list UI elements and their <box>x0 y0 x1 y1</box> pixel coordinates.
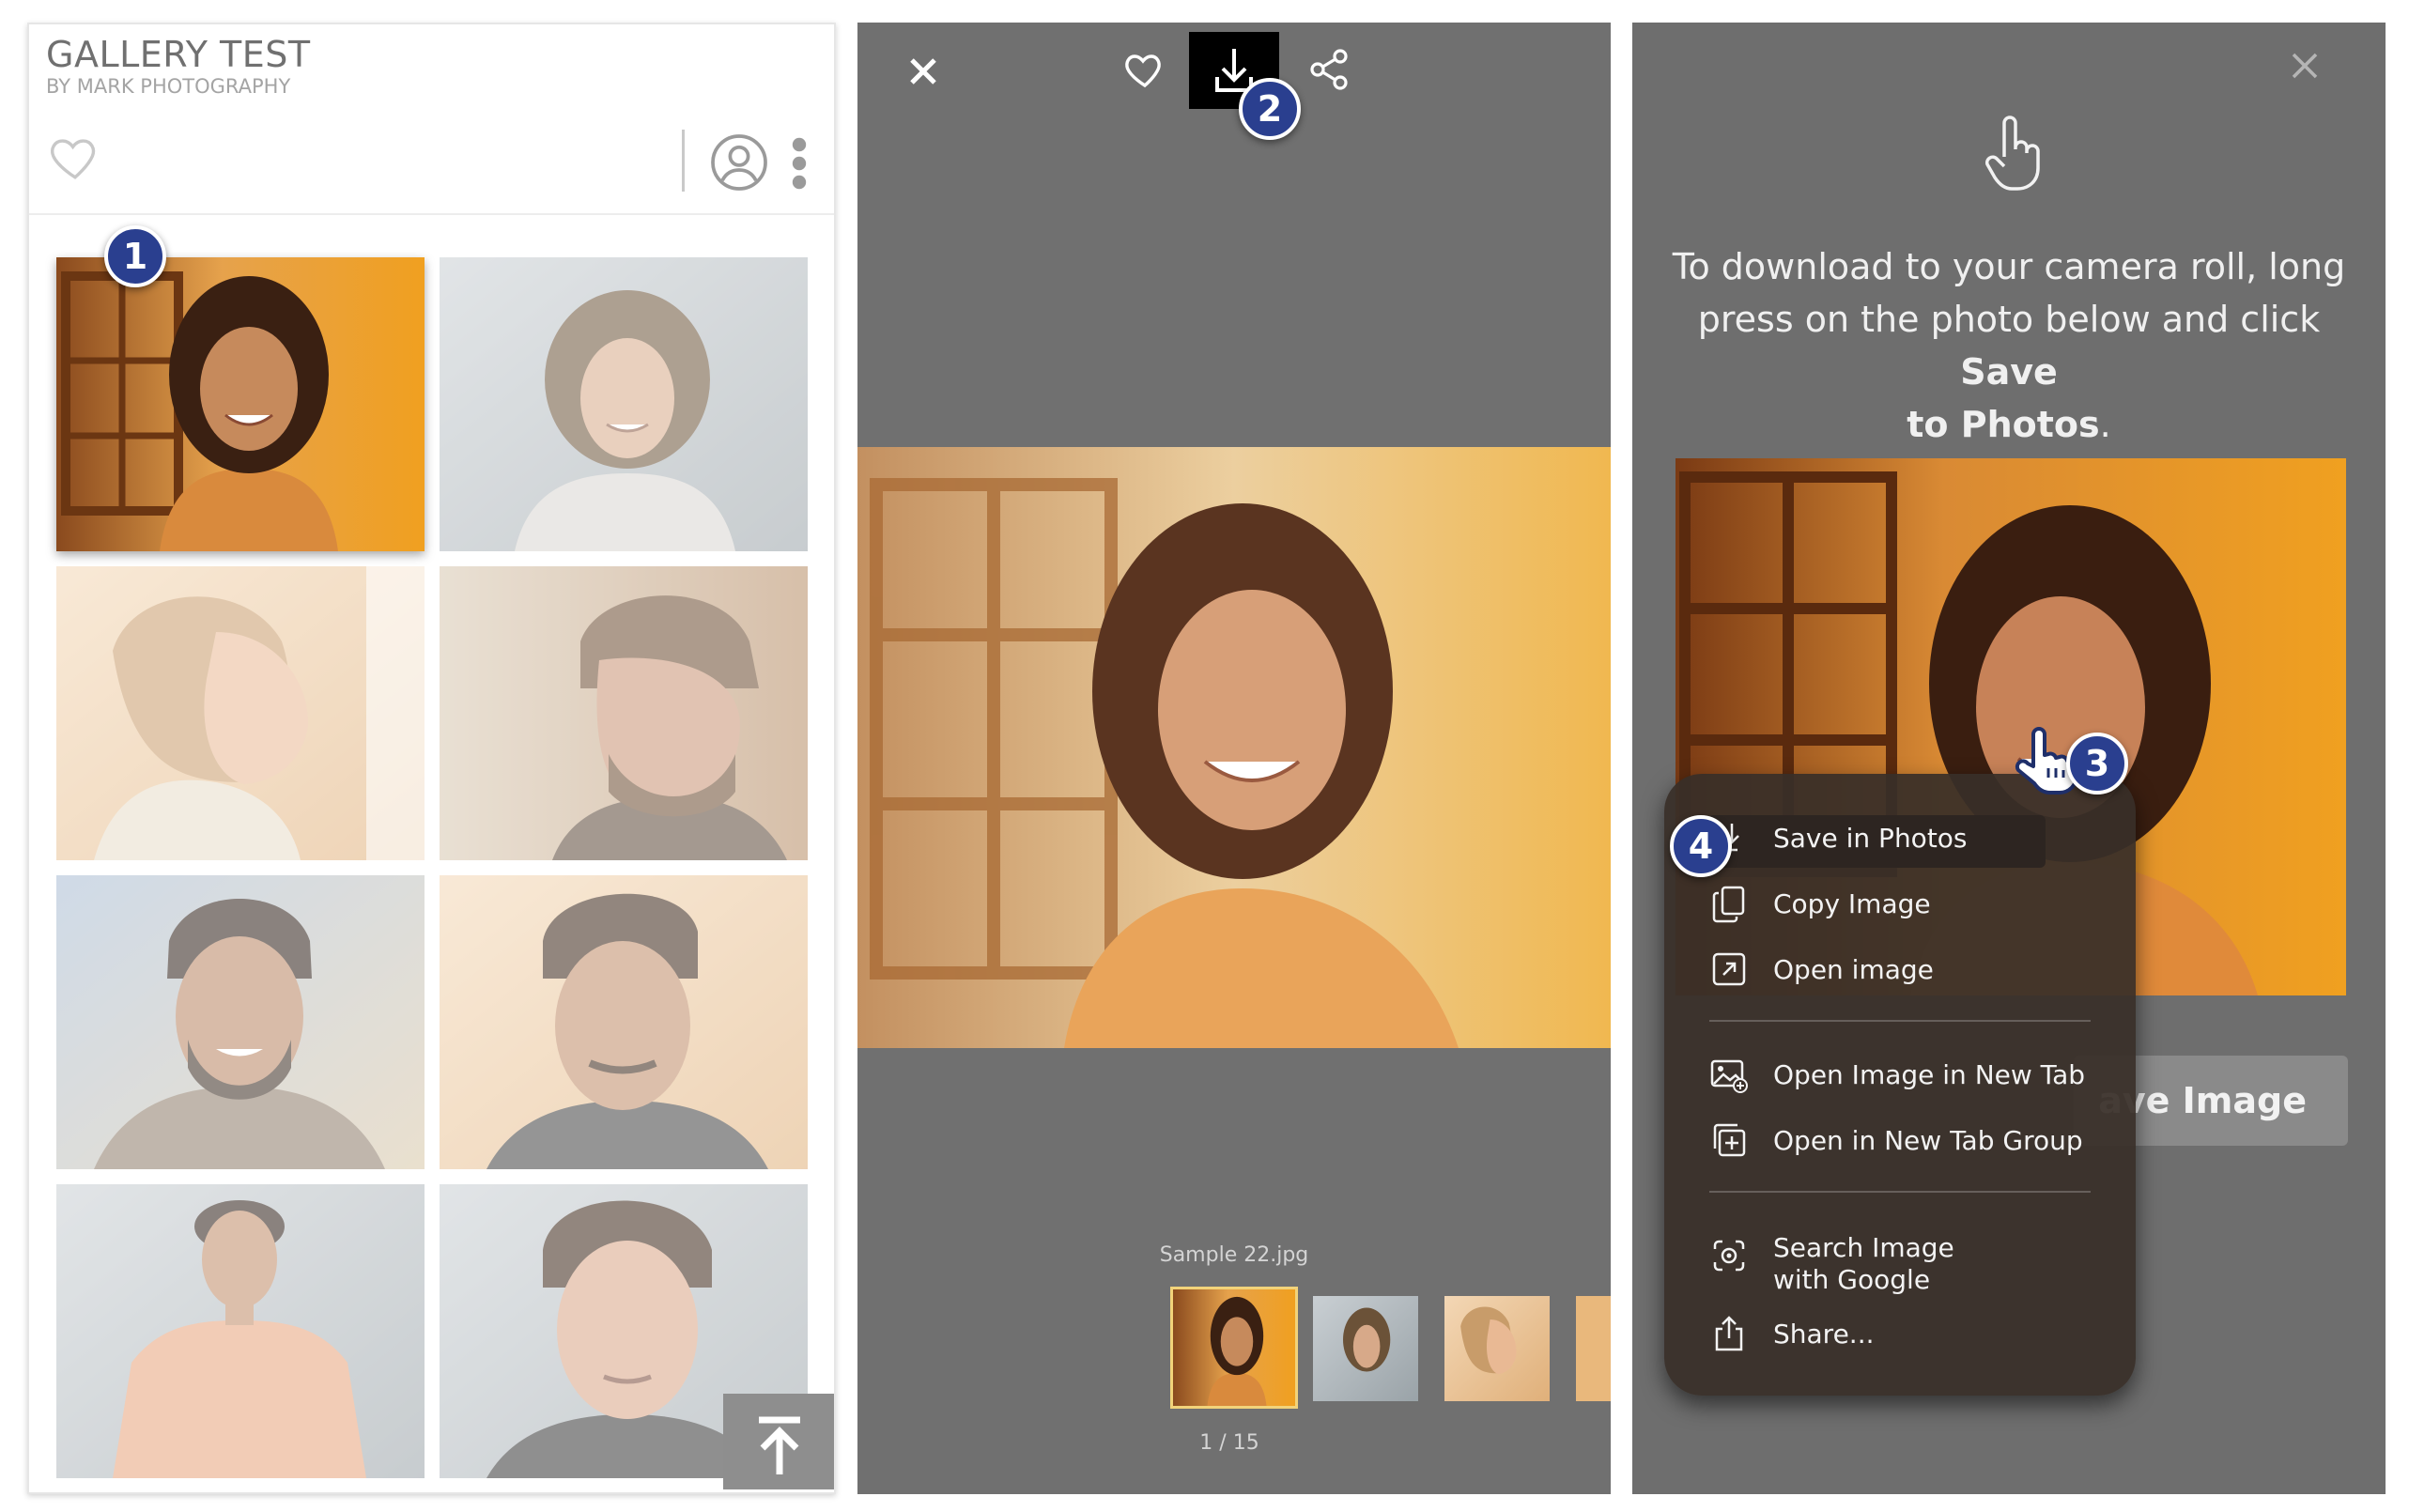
thumbnail-strip <box>857 1287 1611 1418</box>
open-external-icon <box>1712 952 1746 986</box>
strip-thumb-3[interactable] <box>1444 1296 1550 1401</box>
menu-item-search-image-google[interactable]: Search Image with Google <box>1664 1215 2136 1296</box>
thumb-fade <box>56 875 425 1169</box>
instruction-bold-to-photos: to Photos <box>1907 404 2100 445</box>
menu-item-label: Search Image with Google <box>1773 1232 1954 1296</box>
portrait-image <box>1444 1296 1550 1401</box>
step-badge-1: 1 <box>104 225 166 287</box>
file-name: Sample 22.jpg <box>1159 1243 1309 1267</box>
thumbnail-6[interactable] <box>440 875 808 1169</box>
menu-item-copy-image[interactable]: Copy Image <box>1664 872 2136 937</box>
step-badge-3: 3 <box>2066 733 2128 795</box>
menu-item-open-image[interactable]: Open image <box>1664 937 2136 1003</box>
main-photo[interactable] <box>857 447 1611 1048</box>
menu-item-open-image-new-tab[interactable]: Open Image in New Tab <box>1664 1042 2136 1108</box>
menu-item-label: Copy Image <box>1773 888 1931 919</box>
step-badge-2: 2 <box>1239 78 1301 140</box>
heart-outline-icon[interactable] <box>48 130 102 184</box>
scroll-to-top-button[interactable] <box>723 1394 834 1489</box>
arrow-to-top-icon <box>759 1416 800 1474</box>
portrait-image <box>56 257 425 551</box>
context-menu: Save in Photos Copy Image Open image Ope… <box>1664 774 2136 1396</box>
download-instructions: To download to your camera roll, long pr… <box>1670 240 2348 451</box>
toolbar-separator <box>29 213 834 215</box>
strip-thumb-2[interactable] <box>1313 1296 1418 1401</box>
close-x-icon[interactable] <box>904 53 942 90</box>
menu-item-label: Share... <box>1773 1319 1875 1350</box>
thumb-fade <box>440 875 808 1169</box>
kebab-menu-icon[interactable] <box>790 135 809 192</box>
viewer-panel: Sample 22.jpg 1 / 15 <box>857 23 1611 1494</box>
gallery-title: GALLERY TEST <box>46 34 311 75</box>
menu-item-label: Save in Photos <box>1773 823 1968 854</box>
strip-thumb-1[interactable] <box>1170 1287 1298 1409</box>
tap-hand-icon <box>1984 116 2040 191</box>
strip-thumb-4[interactable] <box>1576 1296 1611 1401</box>
lens-search-icon <box>1713 1240 1745 1272</box>
share-nodes-icon[interactable] <box>1306 47 1351 92</box>
menu-item-share[interactable]: Share... <box>1664 1302 2136 1367</box>
menu-item-label-line2: with Google <box>1773 1264 1931 1295</box>
instruction-text: To download to your camera roll, long pr… <box>1672 246 2346 340</box>
menu-separator <box>1709 1020 2091 1022</box>
heart-outline-icon[interactable] <box>1122 47 1167 92</box>
toolbar-divider <box>682 130 685 192</box>
thumbnail-7[interactable] <box>56 1184 425 1478</box>
menu-separator <box>1709 1191 2091 1193</box>
user-circle-icon[interactable] <box>709 132 769 193</box>
thumbnail-2[interactable] <box>440 257 808 551</box>
portrait-image <box>857 447 1611 1048</box>
copy-doc-icon <box>1712 886 1745 923</box>
tab-group-icon <box>1713 1123 1746 1157</box>
share-up-icon <box>1715 1316 1743 1351</box>
image-counter-row: 1 / 15 <box>857 1431 1611 1455</box>
menu-item-label: Open in New Tab Group <box>1773 1125 2083 1156</box>
thumb-fade <box>56 566 425 860</box>
file-name-row: Sample 22.jpg <box>857 1243 1611 1267</box>
close-x-icon[interactable] <box>2288 49 2322 83</box>
menu-item-label: Open Image in New Tab <box>1773 1059 2086 1090</box>
thumbnail-4[interactable] <box>440 566 808 860</box>
menu-item-label-line1: Search Image <box>1773 1232 1954 1263</box>
portrait-image <box>1313 1296 1418 1401</box>
thumb-fade <box>56 1184 425 1478</box>
gallery-subtitle: BY MARK PHOTOGRAPHY <box>46 75 291 98</box>
instruction-period: . <box>2099 404 2111 445</box>
portrait-image <box>1173 1289 1295 1406</box>
thumbnail-1[interactable] <box>56 257 425 551</box>
thumbnail-5[interactable] <box>56 875 425 1169</box>
thumb-fade <box>440 257 808 551</box>
step-badge-4: 4 <box>1670 815 1732 877</box>
menu-item-open-new-tab-group[interactable]: Open in New Tab Group <box>1664 1108 2136 1174</box>
image-plus-icon <box>1710 1059 1748 1093</box>
menu-item-label: Open image <box>1773 954 1934 985</box>
thumbnail-3[interactable] <box>56 566 425 860</box>
download-help-panel: To download to your camera roll, long pr… <box>1632 23 2386 1494</box>
instruction-bold-save: Save <box>1960 351 2058 393</box>
image-counter: 1 / 15 <box>1199 1431 1259 1455</box>
thumb-fade <box>440 566 808 860</box>
menu-item-save-in-photos[interactable]: Save in Photos <box>1664 806 2136 872</box>
